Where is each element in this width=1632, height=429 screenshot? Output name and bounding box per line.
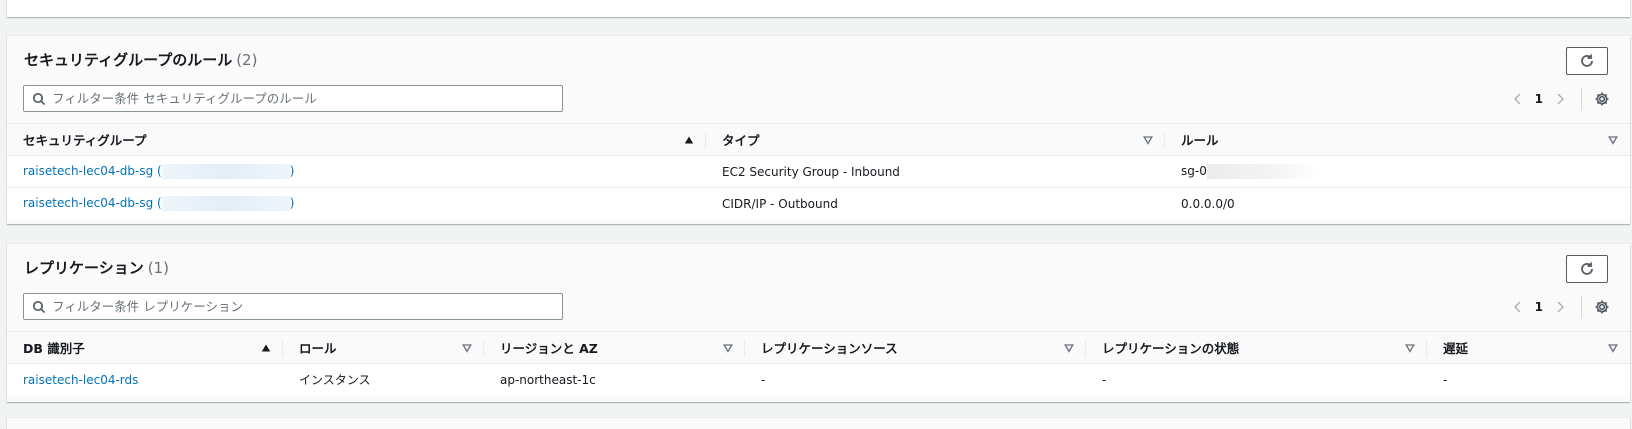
refresh-button[interactable] (1566, 255, 1608, 283)
security-group-name: raisetech-lec04-db-sg ( (23, 164, 162, 178)
page-number[interactable]: 1 (1535, 300, 1543, 314)
security-group-suffix: ) (289, 196, 295, 211)
pager-divider (1581, 296, 1582, 318)
column-header-security-group[interactable]: セキュリティグループ (7, 123, 706, 156)
column-header-lag[interactable]: 遅延 (1427, 331, 1630, 364)
column-header-region-az[interactable]: リージョンと AZ (484, 331, 745, 364)
chevron-left-icon (1514, 93, 1521, 105)
column-header-label: リージョンと AZ (500, 341, 598, 356)
panel-count: (1) (147, 259, 169, 277)
column-header-label: レプリケーションの状態 (1102, 341, 1240, 356)
table-row: raisetech-lec04-db-sg () CIDR/IP - Outbo… (7, 187, 1630, 220)
next-page-button[interactable] (1553, 92, 1567, 106)
next-page-button[interactable] (1553, 300, 1567, 314)
security-group-link[interactable]: raisetech-lec04-db-sg () (23, 196, 295, 212)
replication-source-cell: - (745, 363, 1086, 396)
redacted-id (161, 196, 290, 212)
previous-panel (7, 0, 1630, 17)
column-header-label: 遅延 (1443, 341, 1469, 356)
pager-divider (1581, 88, 1582, 110)
pagination: 1 (1511, 294, 1630, 320)
column-header-replication-status[interactable]: レプリケーションの状態 (1086, 331, 1427, 364)
column-header-role[interactable]: ロール (283, 331, 484, 364)
column-header-label: レプリケーションソース (761, 341, 898, 356)
replication-table: DB 識別子 ロール リージョンと AZ レプリケーションソース レプリケーショ… (7, 331, 1630, 396)
sort-descending-icon[interactable] (1143, 135, 1153, 145)
sort-ascending-icon[interactable] (684, 135, 694, 145)
previous-page-button[interactable] (1511, 300, 1525, 314)
table-row: raisetech-lec04-rds インスタンス ap-northeast-… (7, 363, 1630, 396)
db-identifier-link[interactable]: raisetech-lec04-rds (23, 373, 138, 387)
rule-value: sg-0 (1181, 164, 1207, 178)
chevron-left-icon (1514, 301, 1521, 313)
page-number[interactable]: 1 (1535, 92, 1543, 106)
redacted-id (1206, 164, 1319, 179)
chevron-right-icon (1556, 301, 1564, 313)
type-cell: EC2 Security Group - Inbound (706, 155, 1165, 188)
column-header-db-identifier[interactable]: DB 識別子 (7, 331, 283, 364)
security-group-suffix: ) (289, 164, 295, 178)
rule-cell: 0.0.0.0/0 (1165, 187, 1630, 220)
column-header-label: セキュリティグループ (23, 133, 147, 148)
filter-input[interactable] (52, 91, 552, 106)
sort-ascending-icon[interactable] (261, 343, 271, 353)
filter-input-container[interactable] (23, 85, 563, 112)
refresh-icon (1581, 54, 1593, 67)
panel-count: (2) (236, 51, 258, 69)
column-header-label: DB 識別子 (23, 341, 85, 356)
next-panel (7, 418, 1630, 429)
security-group-link[interactable]: raisetech-lec04-db-sg () (23, 164, 295, 179)
security-group-rules-title: セキュリティグループのルール (2) (24, 49, 257, 70)
sort-descending-icon[interactable] (1608, 343, 1618, 353)
column-header-type[interactable]: タイプ (706, 123, 1165, 156)
previous-page-button[interactable] (1511, 92, 1525, 106)
panel-title-text: レプリケーション (24, 259, 144, 277)
type-cell: CIDR/IP - Outbound (706, 187, 1165, 220)
security-group-name: raisetech-lec04-db-sg ( (23, 196, 162, 211)
column-header-rule[interactable]: ルール (1165, 123, 1630, 156)
column-header-label: タイプ (722, 133, 760, 148)
security-group-cell: raisetech-lec04-db-sg () (7, 155, 706, 188)
pagination: 1 (1511, 86, 1630, 112)
lag-cell: - (1427, 363, 1630, 396)
security-group-rules-panel: セキュリティグループのルール(2) 1 セキュリティグ (7, 36, 1630, 224)
column-header-label: ルール (1181, 133, 1219, 148)
settings-gear-icon[interactable] (1594, 91, 1610, 107)
replication-title: レプリケーション (1) (24, 257, 169, 278)
role-cell: インスタンス (283, 363, 484, 396)
db-identifier-cell: raisetech-lec04-rds (7, 363, 283, 396)
security-group-cell: raisetech-lec04-db-sg () (7, 187, 706, 220)
rule-cell: sg-0 (1165, 155, 1630, 188)
refresh-button[interactable] (1566, 47, 1608, 75)
redacted-id (161, 164, 290, 179)
panel-title-text: セキュリティグループのルール (24, 51, 233, 69)
sort-descending-icon[interactable] (1064, 343, 1074, 353)
column-header-label: ロール (299, 341, 337, 356)
settings-gear-icon[interactable] (1594, 299, 1610, 315)
security-group-rules-table: セキュリティグループ タイプ ルール raisetech-lec04-db-sg… (7, 123, 1630, 220)
table-row: raisetech-lec04-db-sg () EC2 Security Gr… (7, 155, 1630, 188)
search-icon (32, 300, 46, 313)
chevron-right-icon (1556, 93, 1564, 105)
sort-descending-icon[interactable] (1608, 135, 1618, 145)
filter-input[interactable] (52, 299, 552, 314)
column-header-replication-source[interactable]: レプリケーションソース (745, 331, 1086, 364)
sort-descending-icon[interactable] (1405, 343, 1415, 353)
sort-descending-icon[interactable] (723, 343, 733, 353)
refresh-icon (1581, 262, 1593, 275)
replication-panel: レプリケーション(1) 1 DB 識別子 (7, 244, 1630, 402)
replication-status-cell: - (1086, 363, 1427, 396)
search-icon (32, 92, 46, 105)
filter-input-container[interactable] (23, 293, 563, 320)
sort-descending-icon[interactable] (462, 343, 472, 353)
region-az-cell: ap-northeast-1c (484, 363, 745, 396)
